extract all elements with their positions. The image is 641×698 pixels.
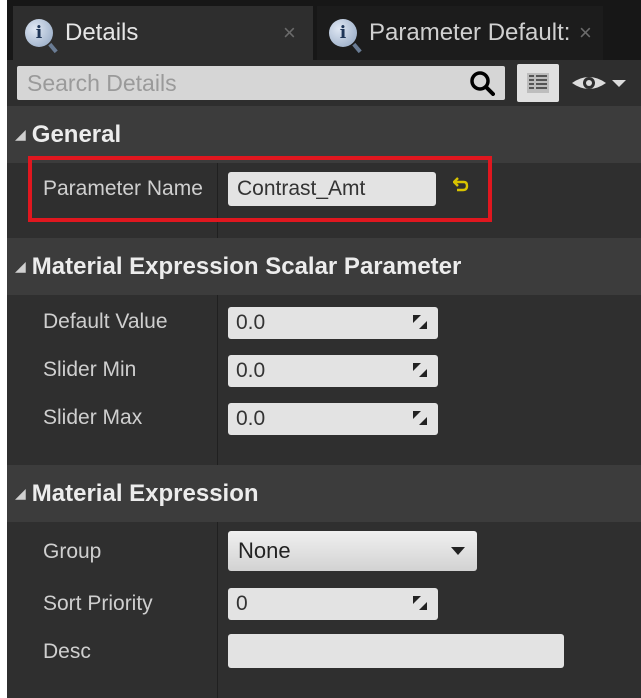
tab-parameter-defaults[interactable]: i Parameter Default: × (317, 6, 603, 60)
collapse-triangle-icon: ◢ (15, 126, 26, 142)
section-header-scalar-parameter[interactable]: ◢ Material Expression Scalar Parameter (7, 238, 641, 295)
field-value: 0.0 (236, 359, 266, 382)
column-divider (217, 163, 218, 238)
tab-bar: i Details × i Parameter Default: × (7, 0, 641, 60)
search-input[interactable] (17, 66, 505, 100)
section-title: Material Expression Scalar Parameter (31, 252, 462, 280)
collapse-triangle-icon: ◢ (15, 485, 26, 501)
tab-label: Details (65, 19, 139, 46)
slider-min-field[interactable]: 0.0 (228, 355, 438, 387)
slider-max-field[interactable]: 0.0 (228, 403, 438, 435)
column-divider (217, 522, 218, 698)
field-value: 0.0 (236, 311, 266, 334)
visibility-filter-button[interactable] (569, 68, 631, 98)
drag-arrows-icon[interactable] (412, 410, 428, 426)
eye-icon (572, 77, 606, 89)
field-value: 0 (236, 592, 248, 615)
list-grid-icon (527, 73, 549, 93)
collapse-triangle-icon: ◢ (15, 258, 26, 274)
info-magnifier-icon: i (329, 19, 357, 47)
search-row (7, 60, 641, 106)
view-options-button[interactable] (517, 64, 559, 102)
field-value: 0.0 (236, 407, 266, 430)
info-magnifier-icon: i (25, 19, 53, 47)
section-header-material-expression[interactable]: ◢ Material Expression (7, 465, 641, 522)
chevron-down-icon (451, 547, 465, 555)
drag-arrows-icon[interactable] (412, 362, 428, 378)
section-title: Material Expression (31, 479, 259, 507)
desc-field[interactable] (228, 634, 564, 668)
search-icon[interactable] (469, 70, 495, 96)
drag-arrows-icon[interactable] (412, 314, 428, 330)
details-panel: i Details × i Parameter Default: × Searc… (7, 0, 641, 698)
parameter-name-label: Parameter Name (43, 177, 203, 200)
section-header-general[interactable]: ◢ General (7, 106, 641, 163)
tab-details[interactable]: i Details × (13, 6, 313, 60)
default-value-field[interactable]: 0.0 (228, 307, 438, 339)
close-icon[interactable]: × (283, 20, 296, 46)
close-icon[interactable]: × (579, 20, 592, 46)
dropdown-value: None (238, 538, 291, 563)
group-dropdown[interactable]: None (228, 531, 477, 571)
column-divider (217, 295, 218, 465)
section-body-scalar-parameter: Default Value 0.0 Slider Min 0.0 Slider … (7, 295, 641, 465)
sort-priority-field[interactable]: 0 (228, 588, 438, 620)
section-body-general: Parameter Name Contrast_Amt (7, 163, 641, 238)
chevron-down-icon (612, 80, 626, 87)
group-label: Group (43, 540, 102, 563)
slider-min-label: Slider Min (43, 358, 137, 381)
default-value-label: Default Value (43, 310, 168, 333)
reset-to-default-icon[interactable] (453, 177, 469, 193)
sort-priority-label: Sort Priority (43, 592, 153, 615)
desc-label: Desc (43, 640, 91, 663)
section-title: General (31, 120, 122, 148)
parameter-name-field[interactable]: Contrast_Amt (228, 172, 436, 206)
slider-max-label: Slider Max (43, 406, 143, 429)
drag-arrows-icon[interactable] (412, 595, 428, 611)
tab-label: Parameter Default: (369, 19, 569, 46)
